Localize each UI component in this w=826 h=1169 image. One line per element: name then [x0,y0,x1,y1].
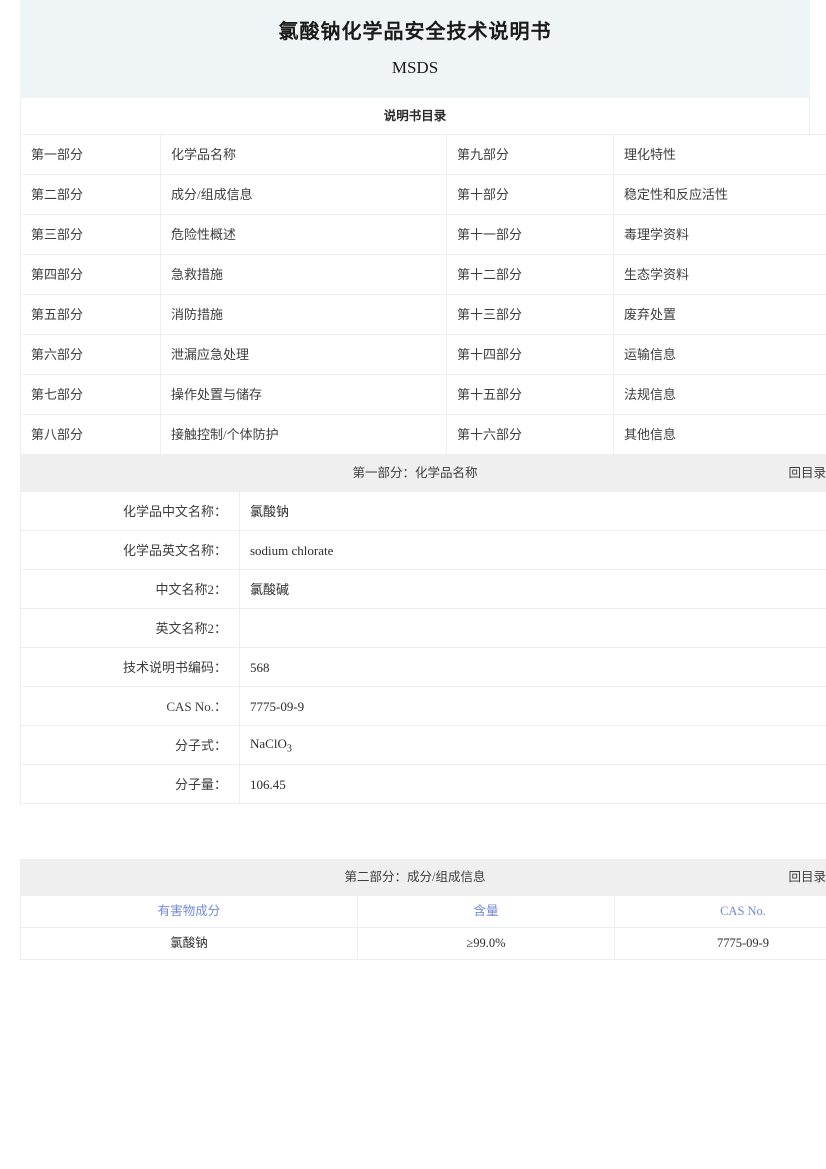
toc-right-label[interactable]: 稳定性和反应活性 [613,174,826,216]
table-row: 分子式： NaClO3 [20,725,826,766]
column-header: 有害物成分 [20,895,358,929]
page-title: 氯酸钠化学品安全技术说明书 [278,21,552,43]
toc-right-label[interactable]: 废弃处置 [613,294,826,336]
toc-left-number: 第一部分 [20,134,161,176]
section-2-title: 第二部分：成分/组成信息 [344,870,486,885]
toc-right-number: 第十一部分 [446,214,614,256]
table-row: 第二部分 成分/组成信息 第十部分 稳定性和反应活性 [20,174,826,216]
field-label: 技术说明书编码： [20,647,240,688]
table-row: 第八部分 接触控制/个体防护 第十六部分 其他信息 [20,414,826,456]
table-row: 技术说明书编码： 568 [20,647,826,688]
toc-right-number: 第十四部分 [446,334,614,376]
field-value: NaClO3 [239,725,826,766]
toc-left-label[interactable]: 接触控制/个体防护 [160,414,447,456]
component-name-cell: 氯酸钠 [20,927,358,961]
field-value [239,608,826,649]
field-label: 化学品英文名称： [20,530,240,571]
table-row: CAS No.： 7775-09-9 [20,686,826,727]
toc-left-label[interactable]: 泄漏应急处理 [160,334,447,376]
field-label: 分子式： [20,725,240,766]
toc-left-label[interactable]: 成分/组成信息 [160,174,447,216]
table-row: 第四部分 急救措施 第十二部分 生态学资料 [20,254,826,296]
table-row: 第五部分 消防措施 第十三部分 废弃处置 [20,294,826,336]
toc-left-number: 第五部分 [20,294,161,336]
toc-left-label[interactable]: 操作处置与储存 [160,374,447,416]
document-title-block: 氯酸钠化学品安全技术说明书 MSDS [20,0,810,99]
field-value: 氯酸钠 [239,491,826,532]
section-header-part-1: 第一部分：化学品名称 回目录 [20,455,826,492]
table-row: 氯酸钠 ≥99.0% 7775-09-9 [20,927,826,961]
toc-left-label[interactable]: 化学品名称 [160,134,447,176]
section-header-part-2: 第二部分：成分/组成信息 回目录 [20,859,826,896]
table-row: 分子量： 106.45 [20,764,826,805]
field-label: 分子量： [20,764,240,805]
toc-right-label[interactable]: 法规信息 [613,374,826,416]
toc-left-number: 第四部分 [20,254,161,296]
toc-left-number: 第八部分 [20,414,161,456]
toc-right-number: 第九部分 [446,134,614,176]
column-header: CAS No. [614,895,826,929]
toc-left-number: 第二部分 [20,174,161,216]
toc-left-label[interactable]: 消防措施 [160,294,447,336]
msds-document-page: 氯酸钠化学品安全技术说明书 MSDS 说明书目录 第一部分 化学品名称 第九部分 理化… [0,0,826,1169]
table-header-row: 有害物成分 含量 CAS No. [20,895,826,929]
toc-left-number: 第三部分 [20,214,161,256]
page-subtitle: MSDS [391,58,439,77]
field-label: 中文名称2： [20,569,240,610]
toc-left-number: 第七部分 [20,374,161,416]
toc-right-label[interactable]: 生态学资料 [613,254,826,296]
section-1-title: 第一部分：化学品名称 [352,466,478,481]
toc-right-number: 第十五部分 [446,374,614,416]
component-cas-cell: 7775-09-9 [614,927,826,961]
back-to-toc-link-1[interactable]: 回目录 [788,455,826,491]
table-row: 第一部分 化学品名称 第九部分 理化特性 [20,134,826,176]
table-row: 英文名称2： [20,608,826,649]
field-value: 568 [239,647,826,688]
field-value: 106.45 [239,764,826,805]
toc-right-label[interactable]: 运输信息 [613,334,826,376]
toc-right-label[interactable]: 理化特性 [613,134,826,176]
table-row: 化学品中文名称： 氯酸钠 [20,491,826,532]
back-to-toc-link-2[interactable]: 回目录 [788,859,826,895]
toc-right-label[interactable]: 毒理学资料 [613,214,826,256]
toc-left-label[interactable]: 危险性概述 [160,214,447,256]
table-row: 化学品英文名称： sodium chlorate [20,530,826,571]
field-label: CAS No.： [20,686,240,727]
chemical-name-table: 化学品中文名称： 氯酸钠 化学品英文名称： sodium chlorate 中文名称2：… [20,491,826,805]
table-row: 第七部分 操作处置与储存 第十五部分 法规信息 [20,374,826,416]
toc-left-number: 第六部分 [20,334,161,376]
composition-table: 有害物成分 含量 CAS No. 氯酸钠 ≥99.0% 7775-09-9 [20,895,826,961]
toc-right-number: 第十部分 [446,174,614,216]
table-row: 中文名称2： 氯酸碱 [20,569,826,610]
toc-left-label[interactable]: 急救措施 [160,254,447,296]
component-content-cell: ≥99.0% [357,927,615,961]
field-value: sodium chlorate [239,530,826,571]
field-value: 氯酸碱 [239,569,826,610]
table-of-contents: 第一部分 化学品名称 第九部分 理化特性 第二部分 成分/组成信息 第十部分 稳定性和反应活性… [20,134,826,456]
toc-right-number: 第十六部分 [446,414,614,456]
toc-right-number: 第十二部分 [446,254,614,296]
column-header: 含量 [357,895,615,929]
field-value: 7775-09-9 [239,686,826,727]
field-label: 化学品中文名称： [20,491,240,532]
toc-right-label[interactable]: 其他信息 [613,414,826,456]
table-row: 第三部分 危险性概述 第十一部分 毒理学资料 [20,214,826,256]
toc-caption: 说明书目录 [20,98,810,135]
field-label: 英文名称2： [20,608,240,649]
table-row: 第六部分 泄漏应急处理 第十四部分 运输信息 [20,334,826,376]
toc-right-number: 第十三部分 [446,294,614,336]
